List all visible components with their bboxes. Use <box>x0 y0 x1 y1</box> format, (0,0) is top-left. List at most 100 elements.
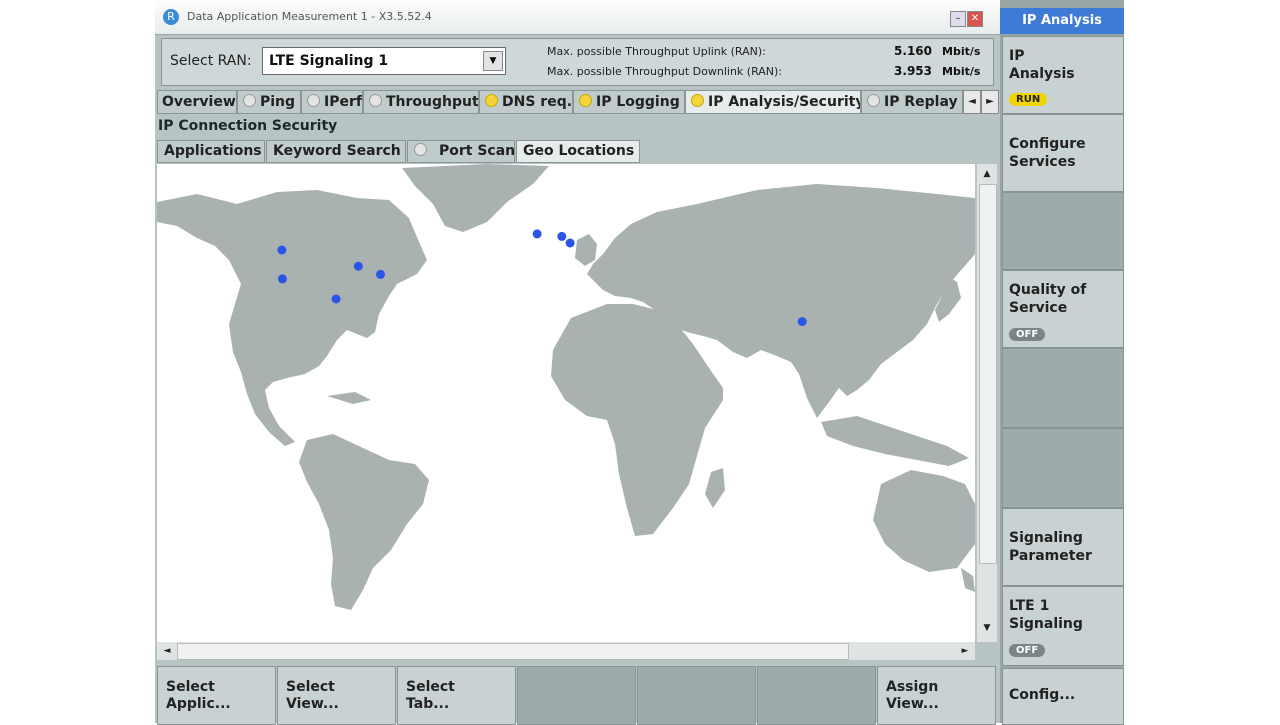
downlink-value: 3.953 <box>894 64 932 78</box>
uplink-unit: Mbit/s <box>942 45 981 58</box>
geo-map[interactable] <box>157 164 975 642</box>
status-off-icon <box>369 94 382 107</box>
africa <box>551 304 723 536</box>
australia <box>873 470 975 572</box>
tab-scroll-right-button[interactable]: ► <box>981 90 999 114</box>
softkey-label: LTE 1 Signaling <box>1009 598 1083 632</box>
location-marker[interactable] <box>557 231 567 241</box>
downlink-label: Max. possible Throughput Downlink (RAN): <box>547 65 783 78</box>
tab-label: IP Replay <box>884 94 958 110</box>
tab-iperf[interactable]: IPerf <box>301 90 363 114</box>
rs-logo-icon: R <box>163 9 179 25</box>
location-marker[interactable] <box>277 245 287 255</box>
right-softkey-empty-5[interactable] <box>1002 348 1124 428</box>
right-softkey-panel: IP Analysis IP Analysis RUN Configure Se… <box>1000 0 1124 725</box>
select-ran-label: Select RAN: <box>170 53 252 69</box>
southeast-asia-islands <box>821 416 969 466</box>
tab-ping[interactable]: Ping <box>237 90 301 114</box>
lte1-signaling-button[interactable]: LTE 1 Signaling OFF <box>1002 586 1124 666</box>
softkey-label: Assign View... <box>886 679 939 712</box>
quality-of-service-button[interactable]: Quality of Service OFF <box>1002 270 1124 348</box>
tab-label: Ping <box>260 94 296 110</box>
ip-analysis-button[interactable]: IP Analysis RUN <box>1002 36 1124 114</box>
north-america <box>157 190 427 446</box>
caribbean-islands <box>327 392 371 404</box>
configure-services-button[interactable]: Configure Services <box>1002 114 1124 192</box>
assign-view-button[interactable]: Assign View... <box>877 666 996 725</box>
minimize-button[interactable]: – <box>950 11 966 27</box>
subtab-label: Applications <box>164 143 262 159</box>
status-off-icon <box>414 143 427 156</box>
window-title: Data Application Measurement 1 - X3.5.52… <box>187 10 432 23</box>
dropdown-arrow-icon[interactable]: ▼ <box>483 51 503 71</box>
status-badge: OFF <box>1009 644 1046 657</box>
tab-scroll-left-button[interactable]: ◄ <box>963 90 981 114</box>
horizontal-scroll-thumb[interactable] <box>177 643 849 660</box>
location-marker[interactable] <box>277 274 287 284</box>
status-off-icon <box>307 94 320 107</box>
location-marker[interactable] <box>565 238 575 248</box>
select-tab-button[interactable]: Select Tab... <box>397 666 516 725</box>
horizontal-scrollbar[interactable]: ◄ ► <box>157 642 975 660</box>
softkey-empty-5[interactable] <box>637 666 756 725</box>
new-zealand <box>961 568 975 592</box>
softkey-empty-6[interactable] <box>757 666 876 725</box>
uk-ireland <box>575 234 597 266</box>
softkey-label: Configure Services <box>1009 136 1086 170</box>
vertical-scrollbar[interactable]: ▲ ▼ <box>977 164 997 642</box>
location-marker[interactable] <box>797 317 807 327</box>
scroll-left-button[interactable]: ◄ <box>159 643 175 659</box>
subtab-label: Geo Locations <box>523 143 635 159</box>
tab-ip-replay[interactable]: IP Replay <box>861 90 963 114</box>
softkey-label: IP Analysis <box>1009 48 1075 82</box>
softkey-empty-4[interactable] <box>517 666 636 725</box>
close-button[interactable]: ✕ <box>967 11 983 27</box>
downlink-unit: Mbit/s <box>942 65 981 78</box>
subtab-keyword-search[interactable]: Keyword Search <box>266 140 406 163</box>
tab-label: IPerf <box>324 94 362 110</box>
uplink-label: Max. possible Throughput Uplink (RAN): <box>547 45 766 58</box>
tab-label: IP Logging <box>596 94 680 110</box>
right-softkey-empty-3[interactable] <box>1002 192 1124 270</box>
subtab-geo-locations[interactable]: Geo Locations <box>516 140 640 163</box>
status-badge: RUN <box>1009 93 1048 106</box>
softkey-label: Select Applic... <box>166 679 231 712</box>
status-on-icon <box>691 94 704 107</box>
subtab-port-scan[interactable]: Port Scan <box>407 140 515 163</box>
status-badge: OFF <box>1009 328 1046 341</box>
status-on-icon <box>579 94 592 107</box>
status-on-icon <box>485 94 498 107</box>
select-application-button[interactable]: Select Applic... <box>157 666 276 725</box>
measurement-window: R Data Application Measurement 1 - X3.5.… <box>155 0 1000 725</box>
section-title: IP Connection Security <box>158 118 338 134</box>
ran-select[interactable]: LTE Signaling 1 ▼ <box>262 47 506 75</box>
subtab-applications[interactable]: Applications <box>157 140 265 163</box>
tab-label: IP Analysis/Security <box>708 94 861 110</box>
tab-ip-logging[interactable]: IP Logging <box>573 90 685 114</box>
signaling-parameter-button[interactable]: Signaling Parameter <box>1002 508 1124 586</box>
right-softkey-empty-6[interactable] <box>1002 428 1124 508</box>
madagascar <box>705 468 725 508</box>
tab-ip-analysis-security[interactable]: IP Analysis/Security <box>685 90 861 114</box>
location-marker[interactable] <box>532 229 542 239</box>
location-marker[interactable] <box>331 294 341 304</box>
status-off-icon <box>867 94 880 107</box>
location-marker[interactable] <box>353 261 363 271</box>
location-marker[interactable] <box>376 269 385 279</box>
scroll-up-button[interactable]: ▲ <box>979 166 995 182</box>
scroll-down-button[interactable]: ▼ <box>979 620 995 636</box>
continents <box>157 164 975 610</box>
config-button[interactable]: Config... <box>1002 668 1124 725</box>
subtab-label: Port Scan <box>439 143 516 159</box>
softkey-label: Select View... <box>286 679 339 712</box>
scroll-right-button[interactable]: ► <box>957 643 973 659</box>
tab-label: Throughput <box>386 94 479 110</box>
softkey-label: Signaling Parameter <box>1009 530 1092 564</box>
select-view-button[interactable]: Select View... <box>277 666 396 725</box>
vertical-scroll-thumb[interactable] <box>979 184 997 564</box>
tab-overview[interactable]: Overview <box>157 90 237 114</box>
softkey-label: Select Tab... <box>406 679 455 712</box>
tab-throughput[interactable]: Throughput <box>363 90 479 114</box>
tab-label: DNS req. <box>502 94 573 110</box>
tab-dns-req[interactable]: DNS req. <box>479 90 573 114</box>
